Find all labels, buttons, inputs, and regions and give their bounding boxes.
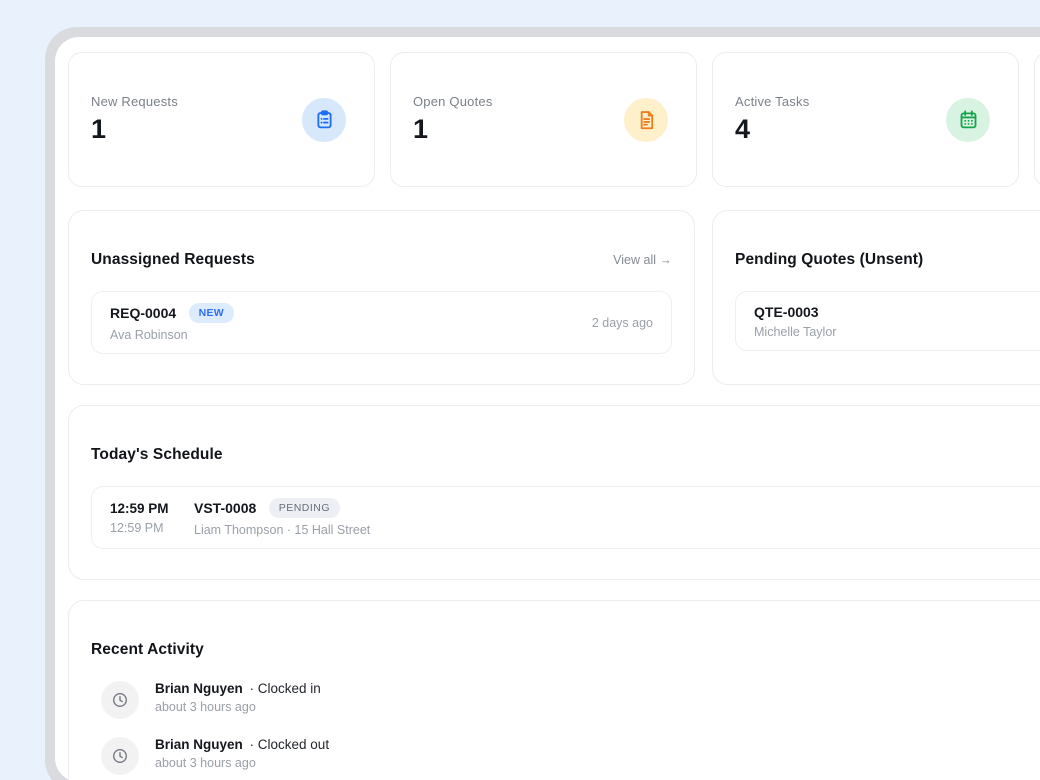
activity-time: about 3 hours ago	[155, 700, 321, 714]
view-all-link[interactable]: View all →	[613, 253, 672, 267]
activity-user: Brian Nguyen	[155, 681, 243, 696]
visit-time-end: 12:59 PM	[110, 521, 180, 535]
clock-icon	[101, 737, 139, 775]
stat-card-new-requests[interactable]: New Requests 1	[68, 52, 375, 187]
stat-value: 1	[91, 114, 178, 145]
quote-customer: Michelle Taylor	[754, 325, 836, 339]
clock-icon	[101, 681, 139, 719]
request-customer: Ava Robinson	[110, 328, 234, 342]
recent-activity-panel: Recent Activity Brian Nguyen · Clocked i…	[68, 600, 1040, 780]
unassigned-requests-panel: Unassigned Requests View all → REQ-0004 …	[68, 210, 695, 385]
stat-value: 1	[413, 114, 493, 145]
request-list-item[interactable]: REQ-0004 NEW Ava Robinson 2 days ago	[91, 291, 672, 354]
status-badge-pending: PENDING	[269, 498, 340, 518]
quote-id: QTE-0003	[754, 304, 836, 320]
visit-time: 12:59 PM	[110, 501, 180, 516]
stat-label: New Requests	[91, 94, 178, 109]
stat-value: 4	[735, 114, 809, 145]
panel-title: Unassigned Requests	[91, 251, 255, 269]
visit-id: VST-0008	[194, 500, 256, 516]
stat-cards-row: New Requests 1 Open Quotes	[68, 52, 1040, 187]
activity-time: about 3 hours ago	[155, 756, 329, 770]
panel-title: Pending Quotes (Unsent)	[735, 251, 923, 269]
activity-user: Brian Nguyen	[155, 737, 243, 752]
todays-schedule-panel: Today's Schedule 12:59 PM 12:59 PM VST-0…	[68, 405, 1040, 580]
schedule-list-item[interactable]: 12:59 PM 12:59 PM VST-0008 PENDING Liam …	[91, 486, 1040, 549]
panel-title: Recent Activity	[91, 641, 204, 659]
status-badge-new: NEW	[189, 303, 234, 323]
pending-quotes-panel: Pending Quotes (Unsent) QTE-0003 Michell…	[712, 210, 1040, 385]
activity-action: · Clocked in	[250, 681, 321, 696]
stat-label: Open Quotes	[413, 94, 493, 109]
quote-list-item[interactable]: QTE-0003 Michelle Taylor	[735, 291, 1040, 351]
calendar-icon	[946, 98, 990, 142]
clipboard-icon	[302, 98, 346, 142]
activity-action: · Clocked out	[250, 737, 330, 752]
document-icon	[624, 98, 668, 142]
request-id: REQ-0004	[110, 305, 176, 321]
stat-card-active-tasks[interactable]: Active Tasks 4	[712, 52, 1019, 187]
app-window: New Requests 1 Open Quotes	[45, 27, 1040, 780]
stat-card-open-quotes[interactable]: Open Quotes 1	[390, 52, 697, 187]
activity-item: Brian Nguyen · Clocked in about 3 hours …	[101, 681, 1040, 719]
stat-card-partial[interactable]	[1034, 52, 1040, 187]
request-age: 2 days ago	[592, 316, 653, 330]
visit-detail: Liam Thompson · 15 Hall Street	[194, 523, 370, 537]
stat-label: Active Tasks	[735, 94, 809, 109]
activity-item: Brian Nguyen · Clocked out about 3 hours…	[101, 737, 1040, 775]
panel-title: Today's Schedule	[91, 446, 223, 464]
dashboard-page: New Requests 1 Open Quotes	[55, 37, 1040, 780]
